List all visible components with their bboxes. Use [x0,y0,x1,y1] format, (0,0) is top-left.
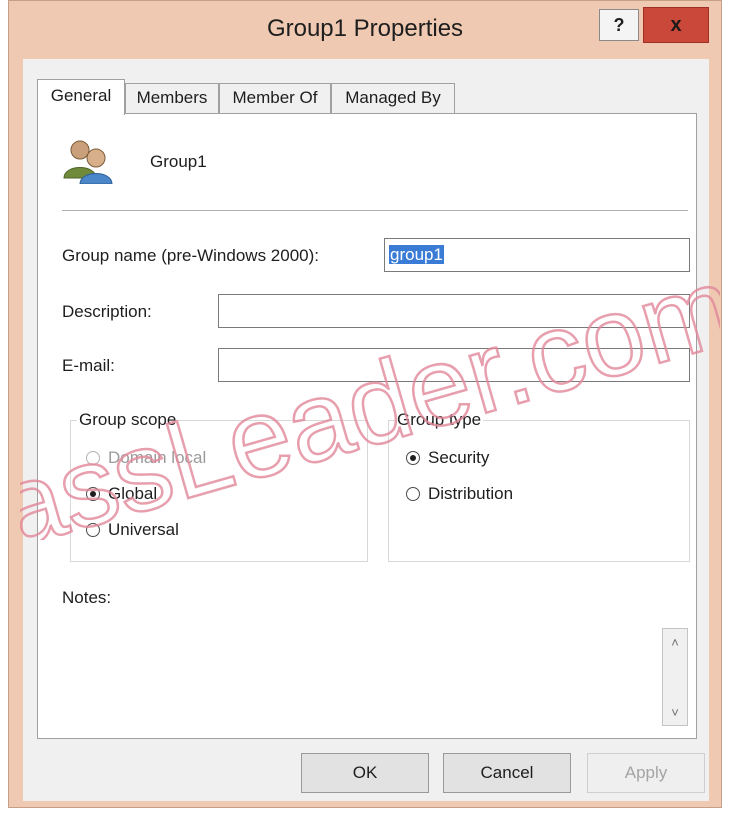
notes-label: Notes: [62,588,112,607]
help-button[interactable]: ? [599,9,639,41]
ok-button[interactable]: OK [301,753,429,793]
selected-text: group1 [389,245,444,264]
tab-managed-by[interactable]: Managed By [331,83,455,113]
scope-domain-local-radio[interactable]: Domain local [86,448,206,468]
description-label: Description: [62,302,152,321]
close-button[interactable]: x [643,7,709,43]
scope-universal-radio[interactable]: Universal [86,520,179,540]
radio-circle-icon [406,487,420,501]
group-display-name: Group1 [150,152,207,171]
group-type-legend: Group type [397,410,482,429]
group-scope-legend: Group scope [79,410,177,429]
general-tab-panel: Group1 Group name (pre-Windows 2000): gr… [37,113,697,739]
header-divider [62,210,688,211]
pre-windows-2000-label: Group name (pre-Windows 2000): [62,246,320,265]
title-bar[interactable]: Group1 Properties ? x [9,1,721,59]
radio-label: Distribution [428,484,514,503]
notes-textarea[interactable] [62,614,652,724]
radio-circle-icon [86,523,100,537]
type-distribution-radio[interactable]: Distribution [406,484,513,504]
radio-label: Global [108,484,158,503]
scroll-down-arrow-icon[interactable]: ˅ [663,701,687,723]
dialog-client-area: General Members Member Of Managed By Gro… [23,59,709,801]
description-input[interactable] [218,294,690,328]
radio-label: Universal [108,520,179,539]
pre-windows-2000-name-input[interactable]: group1 [384,238,690,272]
tab-member-of[interactable]: Member Of [219,83,331,113]
radio-circle-icon [86,451,100,465]
properties-window: Group1 Properties ? x General Members Me… [8,0,722,808]
radio-selected-icon [86,487,100,501]
apply-button[interactable]: Apply [587,753,705,793]
radio-label: Domain local [108,448,207,467]
tab-members[interactable]: Members [125,83,219,113]
tab-general[interactable]: General [37,79,125,115]
email-label: E-mail: [62,356,115,375]
email-input[interactable] [218,348,690,382]
scope-global-radio[interactable]: Global [86,484,157,504]
group-icon [63,140,113,184]
radio-selected-icon [406,451,420,465]
cancel-button[interactable]: Cancel [443,753,571,793]
notes-scrollbar[interactable]: ˄ ˅ [662,628,688,726]
scroll-up-arrow-icon[interactable]: ˄ [663,631,687,653]
radio-label: Security [428,448,490,467]
type-security-radio[interactable]: Security [406,448,489,468]
